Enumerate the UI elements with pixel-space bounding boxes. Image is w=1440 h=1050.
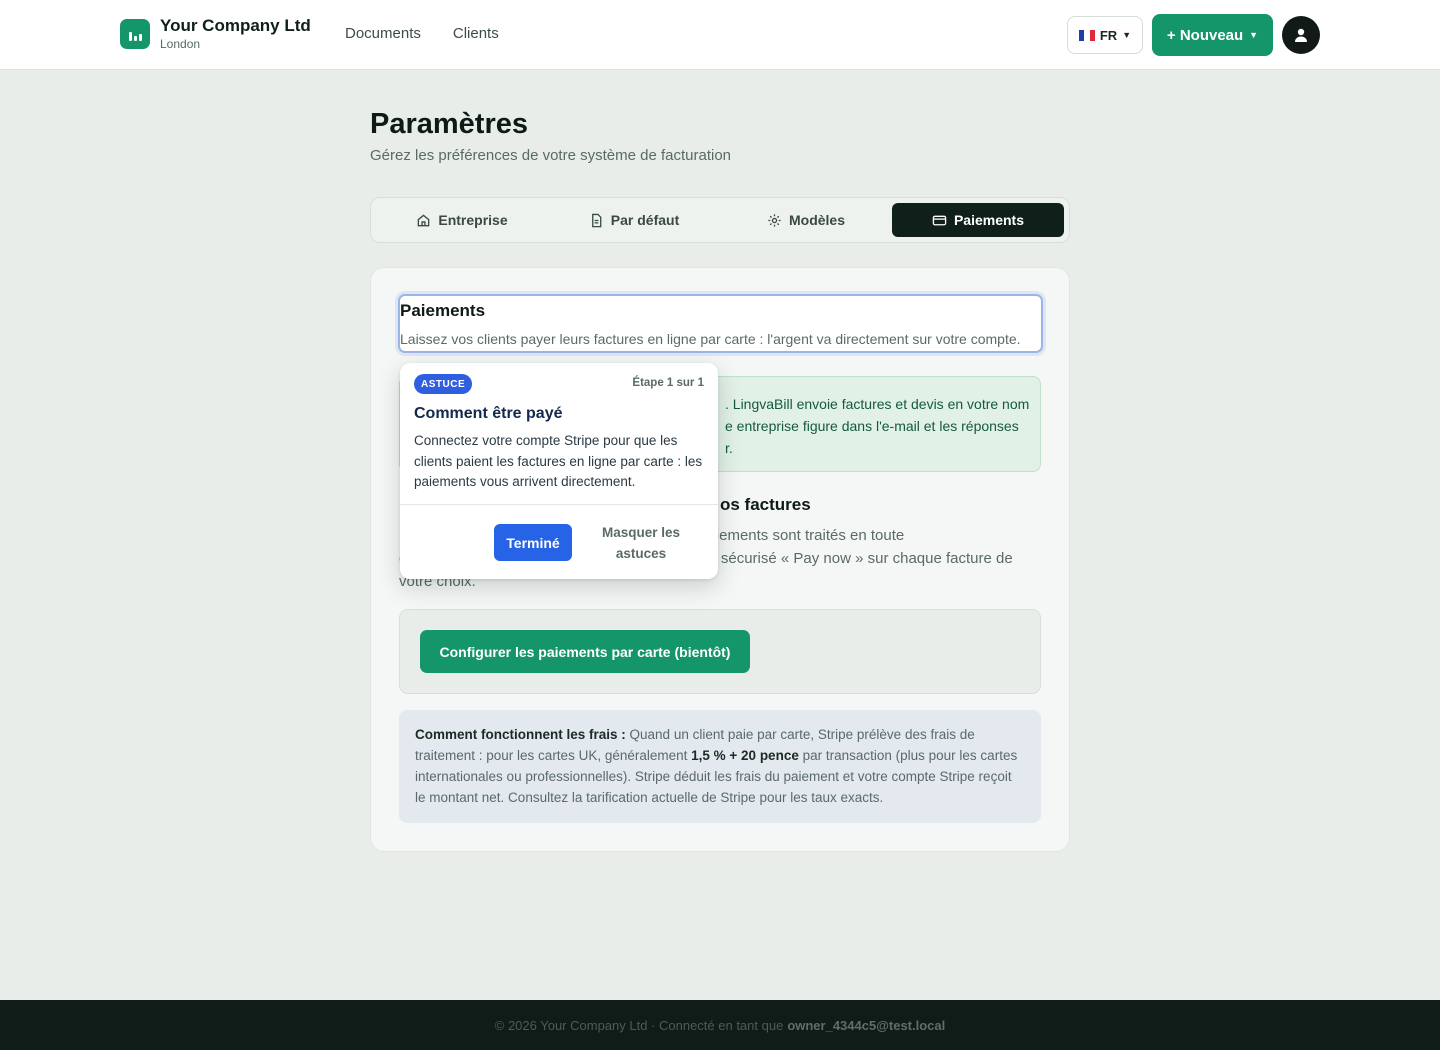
tip-done-button[interactable]: Terminé <box>494 524 572 561</box>
footer-text: © 2026 Your Company Ltd · Connecté en ta… <box>494 1017 784 1033</box>
tab-label: Paiements <box>953 212 1025 228</box>
chevron-down-icon: ▼ <box>1249 30 1259 40</box>
language-selector[interactable]: FR ▼ <box>1067 16 1143 54</box>
tab-paiements[interactable]: Paiements <box>892 203 1064 237</box>
tab-par-defaut[interactable]: Par défaut <box>548 203 720 237</box>
configure-card-payments-button[interactable]: Configurer les paiements par carte (bien… <box>420 630 750 673</box>
hide-tips-button[interactable]: Masquer les astuces <box>595 522 687 564</box>
home-icon <box>418 213 430 226</box>
chevron-down-icon: ▼ <box>1122 30 1132 40</box>
gear-icon <box>768 213 781 227</box>
language-label: FR <box>1099 27 1118 43</box>
page-title: Paramètres <box>370 108 528 140</box>
tip-body: Connectez votre compte Stripe pour que l… <box>414 433 703 489</box>
tip-divider <box>400 504 718 505</box>
section-subtitle: os factures <box>720 495 811 514</box>
user-icon <box>1295 28 1307 42</box>
card-icon <box>932 215 947 225</box>
page-subtitle: Gérez les préférences de votre système d… <box>370 147 732 164</box>
new-button[interactable]: + Nouveau ▼ <box>1152 14 1273 56</box>
tab-label: Par défaut <box>610 212 680 228</box>
nav-documents[interactable]: Documents <box>345 25 421 42</box>
notice-text: . LingvaBill envoie factures et devis en… <box>725 396 1030 456</box>
tip-title: Comment être payé <box>414 405 563 422</box>
main-nav: Documents Clients <box>345 25 499 42</box>
tip-popover: ASTUCE Étape 1 sur 1 Comment être payé C… <box>400 363 718 579</box>
payments-description: Laissez vos clients payer leurs factures… <box>400 331 1021 347</box>
user-avatar[interactable] <box>1282 16 1320 54</box>
settings-tabs: Entreprise Par défaut Modèles Paiements <box>370 197 1070 243</box>
payments-title: Paiements <box>400 301 486 320</box>
company-brand[interactable]: Your Company Ltd London <box>120 16 311 52</box>
company-logo-icon <box>120 19 150 49</box>
fees-label: Comment fonctionnent les frais : <box>415 727 626 742</box>
nav-clients[interactable]: Clients <box>453 25 499 42</box>
tab-entreprise[interactable]: Entreprise <box>376 203 548 237</box>
fees-info: Comment fonctionnent les frais : Quand u… <box>399 710 1041 823</box>
footer: © 2026 Your Company Ltd · Connecté en ta… <box>0 1000 1440 1050</box>
company-city: London <box>160 37 201 51</box>
payments-section-header: Paiements Laissez vos clients payer leur… <box>398 294 1043 353</box>
company-name: Your Company Ltd <box>160 16 311 35</box>
new-button-label: + Nouveau <box>1166 26 1244 44</box>
footer-email: owner_4344c5@test.local <box>787 1017 946 1033</box>
top-navbar: Your Company Ltd London Documents Client… <box>0 0 1440 70</box>
document-icon <box>591 213 602 227</box>
tab-modeles[interactable]: Modèles <box>720 203 892 237</box>
tip-badge: ASTUCE <box>414 374 473 394</box>
tab-label: Modèles <box>788 212 845 228</box>
france-flag-icon <box>1078 29 1095 41</box>
fees-highlight: 1,5 % + 20 pence <box>691 748 799 763</box>
tip-step: Étape 1 sur 1 <box>632 377 704 389</box>
tab-label: Entreprise <box>438 212 508 228</box>
